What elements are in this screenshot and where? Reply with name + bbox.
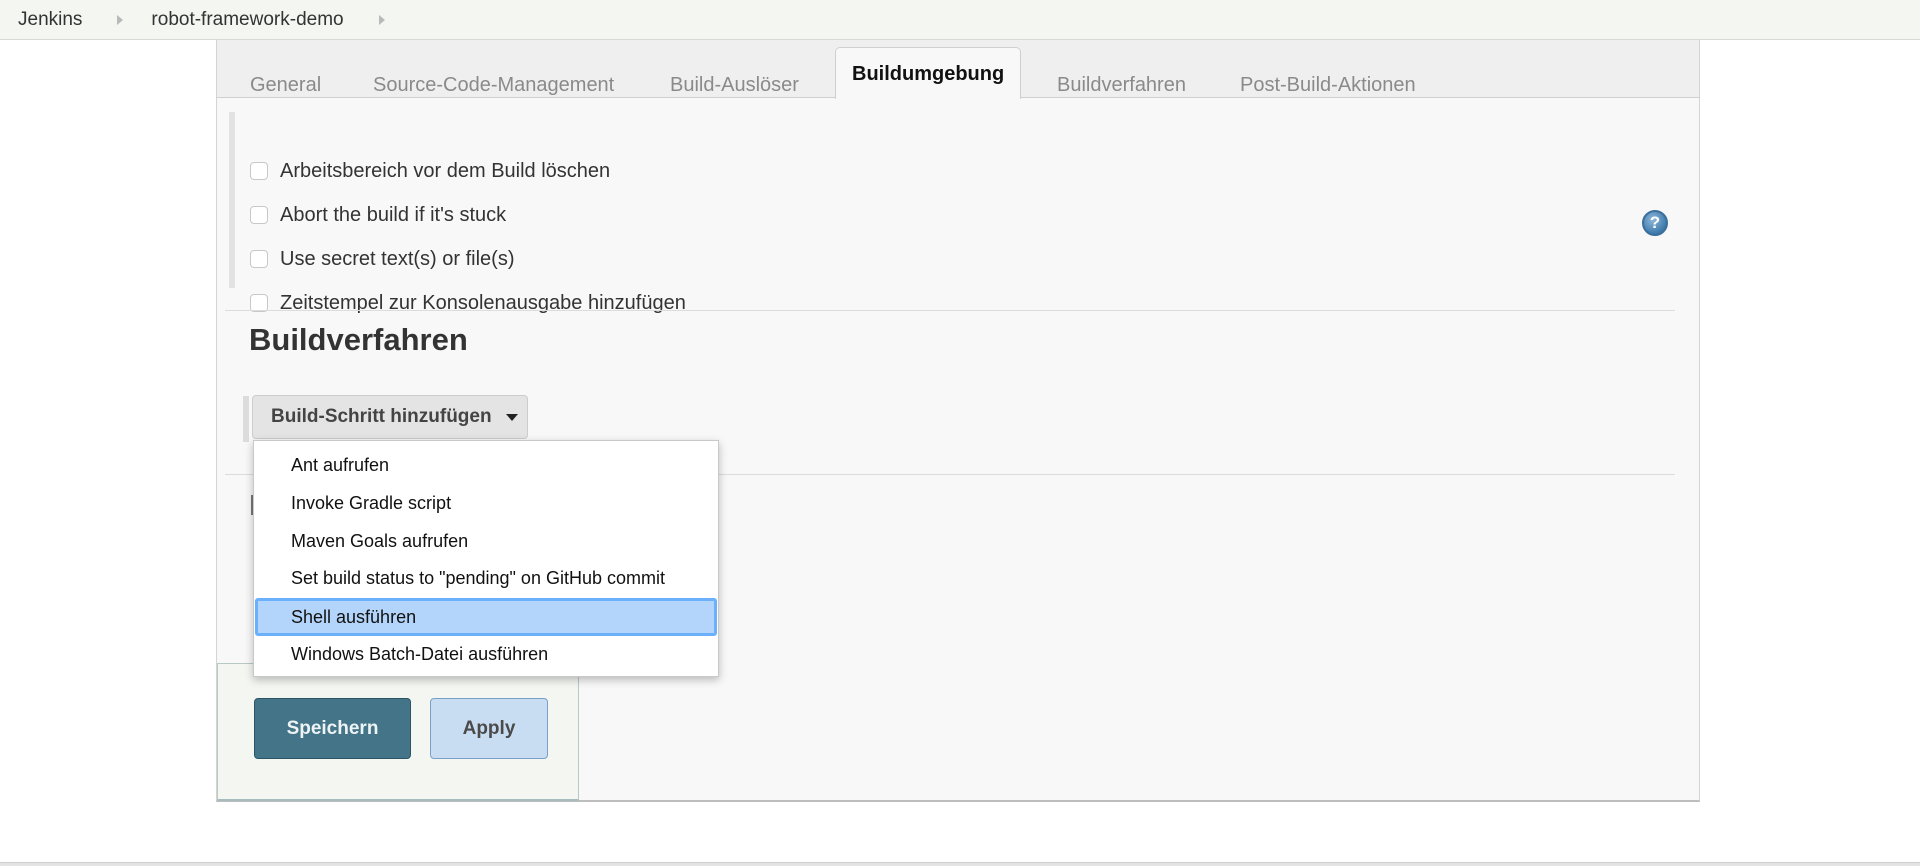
option-add-timestamps[interactable]: Zeitstempel zur Konsolenausgabe hinzufüg… bbox=[250, 290, 686, 316]
page-footer-border bbox=[0, 862, 1920, 866]
section-divider bbox=[225, 310, 1675, 311]
option-label: Abort the build if it's stuck bbox=[280, 203, 507, 226]
add-build-step-button[interactable]: Build-Schritt hinzufügen bbox=[252, 395, 528, 439]
tab-build-triggers[interactable]: Build-Auslöser bbox=[670, 55, 799, 98]
section-title-build: Buildverfahren bbox=[249, 322, 468, 357]
checkbox[interactable] bbox=[250, 162, 268, 180]
tab-general[interactable]: General bbox=[250, 55, 321, 98]
checkbox[interactable] bbox=[250, 206, 268, 224]
breadcrumb: Jenkins robot-framework-demo bbox=[0, 0, 1920, 40]
tab-post-build-actions[interactable]: Post-Build-Aktionen bbox=[1240, 55, 1416, 98]
breadcrumb-separator-icon[interactable] bbox=[117, 14, 124, 25]
breadcrumb-jenkins[interactable]: Jenkins bbox=[18, 9, 82, 31]
option-use-secrets[interactable]: Use secret text(s) or file(s) bbox=[250, 246, 514, 272]
checkbox[interactable] bbox=[250, 250, 268, 268]
option-label: Zeitstempel zur Konsolenausgabe hinzufüg… bbox=[280, 291, 686, 314]
breadcrumb-separator-icon[interactable] bbox=[378, 14, 385, 25]
form-actions-panel: Speichern Apply bbox=[217, 663, 579, 801]
option-abort-if-stuck[interactable]: Abort the build if it's stuck bbox=[250, 202, 506, 228]
section-indicator bbox=[243, 396, 249, 442]
question-help-icon[interactable]: ? bbox=[1642, 210, 1668, 236]
apply-button[interactable]: Apply bbox=[430, 698, 548, 759]
job-config-form: General Source-Code-Management Build-Aus… bbox=[216, 40, 1700, 802]
menu-item-ant[interactable]: Ant aufrufen bbox=[254, 447, 718, 485]
config-tabbar: General Source-Code-Management Build-Aus… bbox=[217, 40, 1699, 99]
tab-build[interactable]: Buildverfahren bbox=[1057, 55, 1186, 98]
menu-item-maven[interactable]: Maven Goals aufrufen bbox=[254, 523, 718, 561]
menu-item-windows-batch[interactable]: Windows Batch-Datei ausführen bbox=[254, 636, 718, 674]
tab-build-environment[interactable]: Buildumgebung bbox=[835, 47, 1022, 99]
breadcrumb-job[interactable]: robot-framework-demo bbox=[151, 9, 343, 31]
tab-source-code-management[interactable]: Source-Code-Management bbox=[373, 55, 614, 98]
caret-down-icon bbox=[505, 413, 518, 421]
menu-item-shell[interactable]: Shell ausführen bbox=[255, 598, 717, 636]
save-button[interactable]: Speichern bbox=[254, 698, 411, 759]
add-build-step-menu: Ant aufrufen Invoke Gradle script Maven … bbox=[253, 440, 719, 677]
option-delete-workspace[interactable]: Arbeitsbereich vor dem Build löschen bbox=[250, 158, 610, 184]
option-label: Use secret text(s) or file(s) bbox=[280, 247, 515, 270]
option-label: Arbeitsbereich vor dem Build löschen bbox=[280, 159, 611, 182]
section-indicator bbox=[229, 112, 235, 288]
add-build-step-label: Build-Schritt hinzufügen bbox=[271, 406, 492, 427]
menu-item-github-pending[interactable]: Set build status to "pending" on GitHub … bbox=[254, 560, 718, 598]
menu-item-gradle[interactable]: Invoke Gradle script bbox=[254, 485, 718, 523]
